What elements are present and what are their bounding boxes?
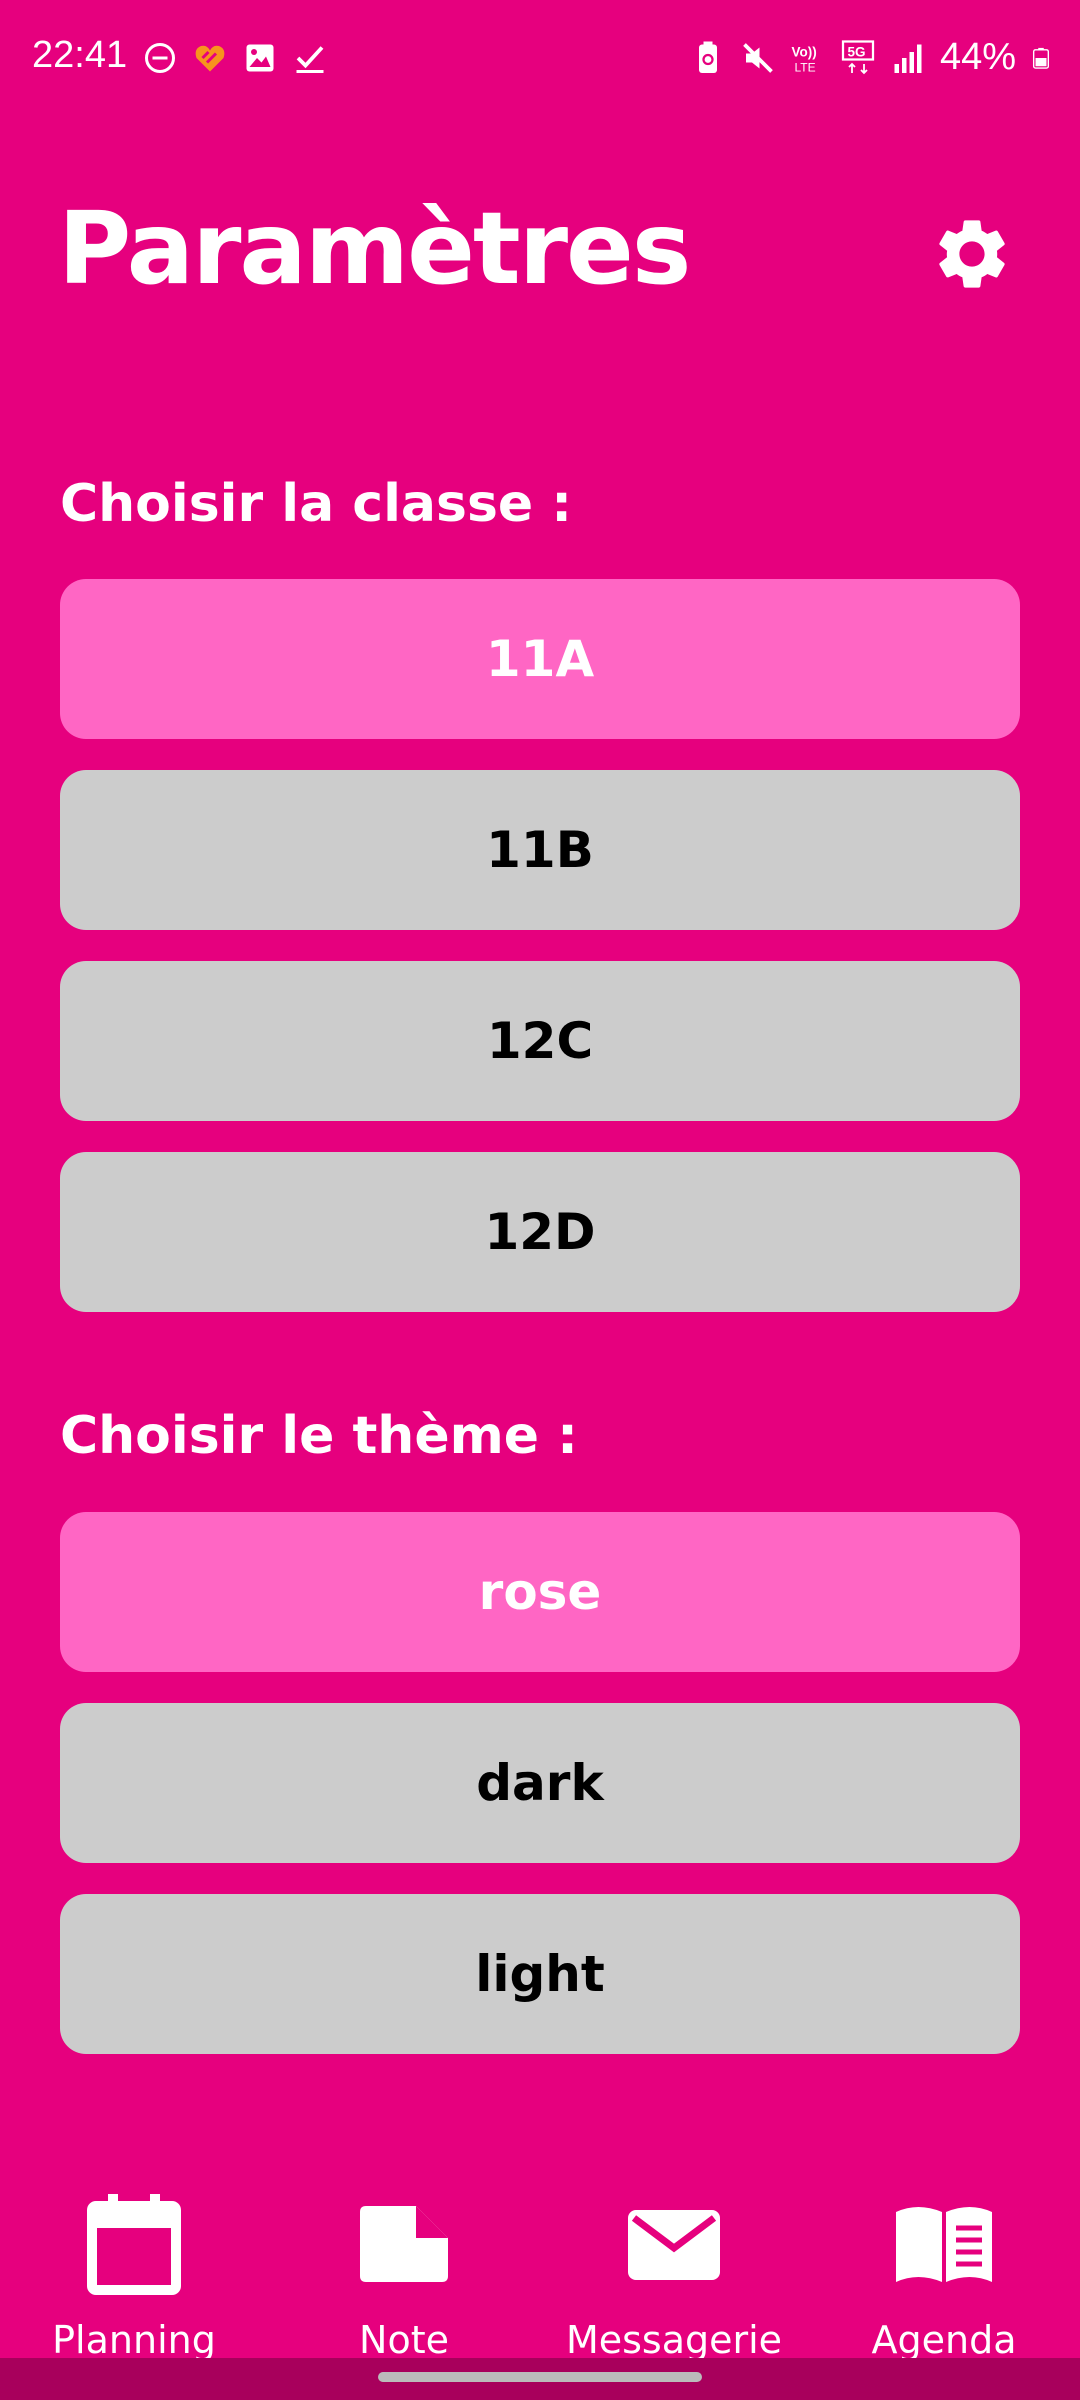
class-option-12d[interactable]: 12D (60, 1152, 1020, 1312)
nav-planning[interactable]: Planning (4, 2170, 264, 2362)
status-left-icons (142, 40, 328, 76)
mute-icon (743, 42, 773, 73)
nav-label: Note (359, 2318, 449, 2362)
gear-icon (939, 220, 1005, 288)
battery-percent: 44% (939, 36, 1016, 78)
system-nav-bar (0, 2358, 1080, 2400)
status-time: 22:41 (32, 34, 128, 76)
status-right-icons: Vo)) LTE 5G 44% (690, 36, 1052, 79)
book-icon (896, 2207, 992, 2282)
theme-section-label: Choisir le thème : (60, 1406, 578, 1466)
battery-saver-icon (698, 41, 717, 73)
bottom-nav: Planning Note Messagerie Agenda (0, 2170, 1080, 2362)
do-not-disturb-icon (145, 43, 175, 73)
volte-icon: Vo))LTE (791, 44, 816, 74)
mail-icon (628, 2210, 720, 2280)
nav-agenda[interactable]: Agenda (814, 2170, 1074, 2362)
check-icon (296, 46, 324, 73)
svg-text:Vo)): Vo)) (791, 44, 816, 59)
note-icon (360, 2206, 448, 2282)
class-option-11a[interactable]: 11A (60, 579, 1020, 739)
nav-label: Agenda (871, 2318, 1017, 2362)
class-option-12c[interactable]: 12C (60, 961, 1020, 1121)
theme-option-light[interactable]: light (60, 1894, 1020, 2054)
nav-note[interactable]: Note (274, 2170, 534, 2362)
theme-option-dark[interactable]: dark (60, 1703, 1020, 1863)
calendar-icon (87, 2194, 181, 2295)
nav-messagerie[interactable]: Messagerie (544, 2170, 804, 2362)
gallery-icon (246, 44, 274, 72)
nav-label: Messagerie (565, 2318, 783, 2362)
status-bar: 22:41 Vo)) LTE 5G 44% (0, 0, 1080, 120)
page-title: Paramètres (58, 190, 691, 307)
settings-button[interactable] (928, 210, 1016, 298)
battery-icon (1032, 47, 1050, 69)
class-option-11b[interactable]: 11B (60, 770, 1020, 930)
app-heart-icon (195, 45, 225, 72)
svg-text:LTE: LTE (794, 60, 815, 74)
nav-label: Planning (52, 2318, 216, 2362)
svg-text:5G: 5G (847, 44, 865, 59)
theme-option-rose[interactable]: rose (60, 1512, 1020, 1672)
class-section-label: Choisir la classe : (60, 474, 573, 534)
home-handle[interactable] (378, 2372, 702, 2382)
5g-icon: 5G (841, 39, 875, 74)
signal-icon (894, 44, 922, 73)
